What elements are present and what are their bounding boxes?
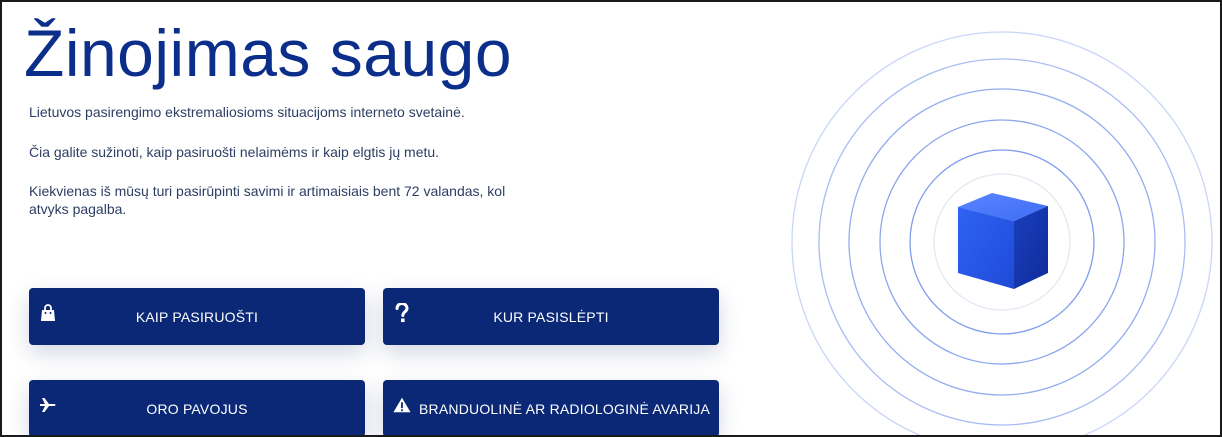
air-raid-button[interactable]: ORO PAVOJUS — [29, 380, 365, 435]
nuclear-accident-button-label: BRANDUOLINĖ AR RADIOLOGINĖ AVARIJA — [419, 400, 711, 417]
nuclear-accident-button[interactable]: BRANDUOLINĖ AR RADIOLOGINĖ AVARIJA — [383, 380, 719, 435]
intro-paragraph: Lietuvos pasirengimo ekstremaliosioms si… — [29, 104, 465, 120]
shelter-button[interactable]: KUR PASISLĖPTI — [383, 288, 719, 345]
prepare-button[interactable]: KAIP PASIRUOŠTI — [29, 288, 365, 345]
hours-paragraph: Kiekvienas iš mūsų turi pasirūpinti savi… — [29, 183, 506, 217]
air-raid-button-label: ORO PAVOJUS — [146, 400, 248, 417]
shelter-button-label: KUR PASISLĖPTI — [493, 308, 609, 325]
page-frame: Žinojimas saugo Lietuvos pasirengimo eks… — [0, 0, 1222, 437]
hero-illustration — [791, 31, 1213, 435]
info-paragraph: Čia galite sužinoti, kaip pasiruošti nel… — [29, 144, 440, 160]
prepare-button-label: KAIP PASIRUOŠTI — [135, 308, 259, 325]
cube-icon — [958, 193, 1048, 289]
page-title: Žinojimas saugo — [24, 16, 513, 90]
